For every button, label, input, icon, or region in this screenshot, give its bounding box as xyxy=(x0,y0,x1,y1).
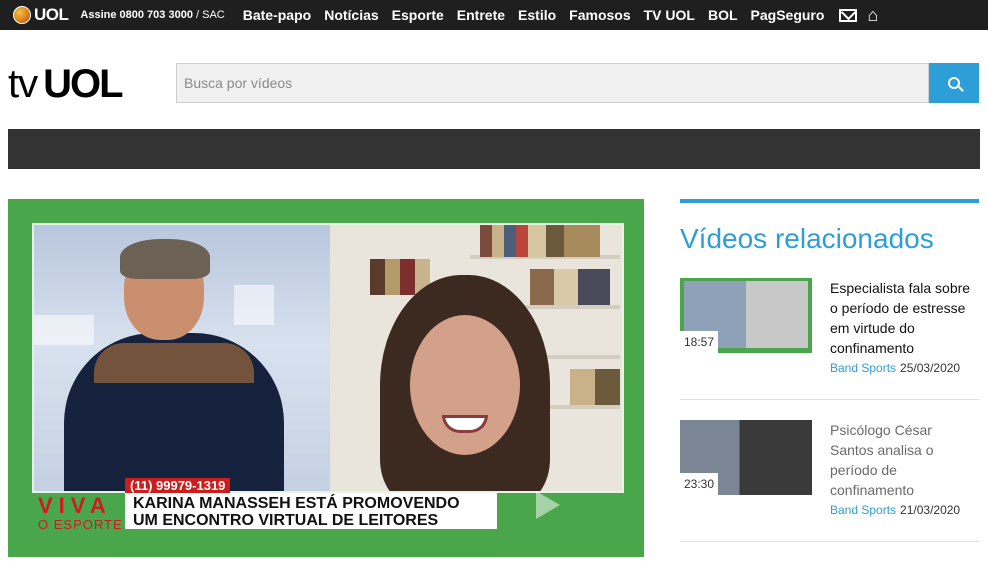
video-thumbnail[interactable]: 18:57 xyxy=(680,278,812,353)
related-video-meta: Band Sports 21/03/2020 xyxy=(830,503,979,517)
mail-icon[interactable] xyxy=(839,8,858,22)
nav-pagseguro[interactable]: PagSeguro xyxy=(751,7,825,23)
video-duration: 23:30 xyxy=(680,473,718,495)
video-player[interactable]: VIVA O ESPORTE (11) 99979-1319 KARINA MA… xyxy=(8,199,644,557)
nav-noticias[interactable]: Notícias xyxy=(324,7,378,23)
search-button[interactable] xyxy=(929,63,979,103)
sidebar-top-rule xyxy=(680,199,979,203)
guest-pane xyxy=(330,225,622,491)
top-nav: Bate-papo Notícias Esporte Entrete Estil… xyxy=(243,7,838,23)
related-video-title[interactable]: Psicólogo César Santos analisa o período… xyxy=(830,420,979,500)
video-date: 25/03/2020 xyxy=(900,361,961,375)
related-videos-sidebar: Vídeos relacionados 18:57 Especialista f… xyxy=(680,199,979,542)
uol-brand-text: UOL xyxy=(34,5,69,24)
assine-phone: 0800 703 3000 xyxy=(119,9,193,21)
nav-esporte[interactable]: Esporte xyxy=(392,7,444,23)
studio-pane xyxy=(34,225,330,491)
program-logo: VIVA xyxy=(38,493,112,518)
video-source[interactable]: Band Sports xyxy=(830,361,896,375)
related-video-info: Especialista fala sobre o período de est… xyxy=(830,278,979,375)
host-hair xyxy=(120,239,210,279)
nav-estilo[interactable]: Estilo xyxy=(518,7,556,23)
related-video-info: Psicólogo César Santos analisa o período… xyxy=(830,420,979,517)
books xyxy=(570,369,620,405)
related-video-item[interactable]: 23:30 Psicólogo César Santos analisa o p… xyxy=(680,420,979,520)
nav-bate-papo[interactable]: Bate-papo xyxy=(243,7,311,23)
play-icon[interactable] xyxy=(536,491,560,519)
assine-link[interactable]: Assine 0800 703 3000 / SAC xyxy=(80,9,224,21)
assine-label: Assine xyxy=(80,9,117,21)
video-date: 21/03/2020 xyxy=(900,503,961,517)
host-shirt-stripe xyxy=(94,343,254,383)
studio-panel xyxy=(34,315,94,345)
phone-tag: (11) 99979-1319 xyxy=(125,478,231,493)
category-menu-bar xyxy=(8,129,980,169)
related-video-meta: Band Sports 25/03/2020 xyxy=(830,361,979,375)
home-icon[interactable]: ⌂ xyxy=(867,6,878,24)
logo-tv: tv xyxy=(8,62,38,106)
books xyxy=(530,269,610,305)
top-bar: UOL Assine 0800 703 3000 / SAC Bate-papo… xyxy=(0,0,988,30)
guest-face xyxy=(410,315,520,455)
divider xyxy=(680,399,979,400)
uol-logo[interactable]: UOL xyxy=(13,0,69,30)
sidebar-title: Vídeos relacionados xyxy=(680,223,934,254)
search-input[interactable] xyxy=(176,63,929,103)
nav-famosos[interactable]: Famosos xyxy=(569,7,630,23)
search-bar xyxy=(176,63,979,103)
nav-tv-uol[interactable]: TV UOL xyxy=(644,7,695,23)
related-video-item[interactable]: 18:57 Especialista fala sobre o período … xyxy=(680,278,979,378)
search-icon xyxy=(948,77,960,89)
tv-uol-logo[interactable]: tv UOL xyxy=(8,62,124,107)
video-frame xyxy=(32,223,624,493)
video-thumbnail[interactable]: 23:30 xyxy=(680,420,812,495)
divider xyxy=(680,541,979,542)
nav-entrete[interactable]: Entrete xyxy=(457,7,505,23)
video-source[interactable]: Band Sports xyxy=(830,503,896,517)
sac-label: / SAC xyxy=(196,9,225,21)
books xyxy=(480,225,600,257)
uol-ball-icon xyxy=(13,6,31,24)
related-video-title[interactable]: Especialista fala sobre o período de est… xyxy=(830,278,979,358)
video-duration: 18:57 xyxy=(680,331,718,353)
lower-third-caption: KARINA MANASSEH ESTÁ PROMOVENDO UM ENCON… xyxy=(125,493,497,529)
logo-uol: UOL xyxy=(43,62,123,106)
program-logo-sub: O ESPORTE xyxy=(38,517,123,532)
studio-light xyxy=(234,285,274,325)
nav-bol[interactable]: BOL xyxy=(708,7,738,23)
caption-line-1: KARINA MANASSEH ESTÁ PROMOVENDO xyxy=(133,495,460,512)
caption-line-2: UM ENCONTRO VIRTUAL DE LEITORES xyxy=(133,512,439,529)
